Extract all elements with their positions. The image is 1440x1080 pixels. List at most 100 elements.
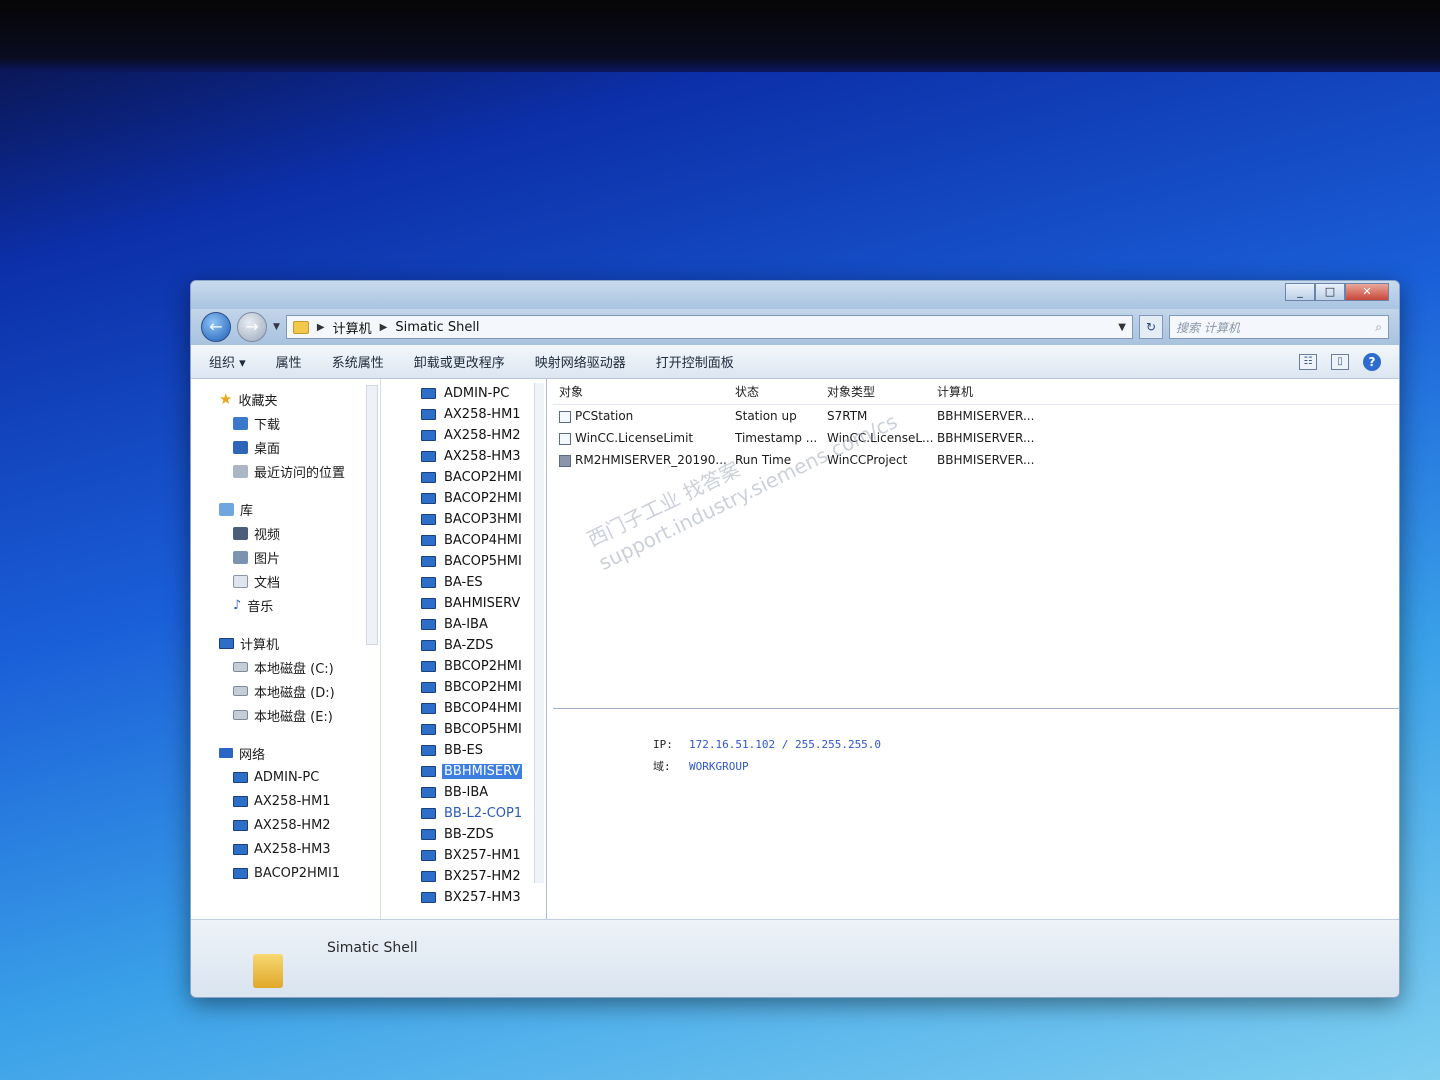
chevron-right-icon[interactable]: ▶ [317,322,325,333]
tree-item[interactable]: BB-ES [421,740,546,761]
list-item[interactable]: WinCC.LicenseLimit Timestamp ... WinCC.L… [553,427,1399,449]
chevron-right-icon[interactable]: ▶ [380,322,388,333]
organize-menu[interactable]: 组织 ▾ [209,352,246,371]
tree-item[interactable]: BB-IBA [421,782,546,803]
computer-icon [421,619,436,630]
uninstall-button[interactable]: 卸载或更改程序 [414,352,505,371]
tree-item[interactable]: BBCOP5HMI [421,719,546,740]
computer-icon [421,451,436,462]
computer-icon [233,867,248,879]
tree-item[interactable]: BAHMISERV [421,593,546,614]
tree-item[interactable]: BACOP3HMI [421,509,546,530]
sidebar-item-pictures[interactable]: 图片 [219,545,380,569]
computer-icon [421,724,436,735]
sidebar-item-network-pc[interactable]: AX258-HM3 [219,837,380,861]
tree-item[interactable]: ADMIN-PC [421,383,546,404]
maximize-button[interactable]: □ [1315,283,1345,301]
list-item[interactable]: PCStation Station up S7RTM BBHMISERVER..… [553,405,1399,427]
computer-icon [233,795,248,807]
column-header-state[interactable]: 状态 [735,383,827,400]
tree-item[interactable]: BBHMISERV [421,761,546,782]
column-header-type[interactable]: 对象类型 [827,383,937,400]
history-dropdown-icon[interactable]: ▼ [273,322,280,332]
sidebar-item-drive-c[interactable]: 本地磁盘 (C:) [219,655,380,679]
properties-button[interactable]: 属性 [276,352,302,371]
tree-item[interactable]: BX257-HM1 [421,845,546,866]
sidebar-item-network-pc[interactable]: BACOP2HMI1 [219,861,380,885]
breadcrumb-computer[interactable]: 计算机 [333,318,372,337]
tree-item[interactable]: AX258-HM2 [421,425,546,446]
navigation-bar: ← → ▼ ▶ 计算机 ▶ Simatic Shell ▼ ↻ 搜索 计算机 ⌕ [191,309,1399,345]
column-header-object[interactable]: 对象 [559,383,735,400]
documents-icon [233,574,248,588]
control-panel-button[interactable]: 打开控制面板 [656,352,734,371]
sidebar-item-network-pc[interactable]: ADMIN-PC [219,765,380,789]
tree-item[interactable]: BACOP5HMI [421,551,546,572]
sidebar-item-desktop[interactable]: 桌面 [219,435,380,459]
sidebar-item-network-pc[interactable]: AX258-HM2 [219,813,380,837]
sidebar-item-documents[interactable]: 文档 [219,569,380,593]
favorites-group: ★ 收藏夹 下载 桌面 最近访问的位置 [219,387,380,483]
tree-item[interactable]: BX257-HM3 [421,887,546,908]
tree-item[interactable]: BB-L2-COP1 [421,803,546,824]
minimize-button[interactable]: _ [1285,283,1315,301]
nav-pane-scrollbar[interactable] [366,385,378,645]
tree-item[interactable]: AX258-HM1 [421,404,546,425]
object-state: Station up [735,409,797,423]
libraries-header[interactable]: 库 [219,497,380,521]
tree-item[interactable]: BACOP2HMI [421,488,546,509]
tree-item[interactable]: BX257-HM2 [421,866,546,887]
computer-header[interactable]: 计算机 [219,631,380,655]
computer-icon [421,640,436,651]
sidebar-item-videos[interactable]: 视频 [219,521,380,545]
view-options-icon[interactable]: ☷ [1299,353,1317,370]
address-dropdown-icon[interactable]: ▼ [1118,322,1126,333]
search-icon: ⌕ [1375,319,1382,334]
back-button[interactable]: ← [201,312,231,342]
tree-item[interactable]: BACOP2HMI [421,467,546,488]
tree-item[interactable]: AX258-HM3 [421,446,546,467]
tree-item[interactable]: BB-ZDS [421,824,546,845]
system-properties-button[interactable]: 系统属性 [332,352,384,371]
network-group: 网络 ADMIN-PC AX258-HM1 AX258-HM2 AX258-HM… [219,741,380,885]
preview-pane-icon[interactable]: ▯ [1331,353,1349,370]
sidebar-item-drive-d[interactable]: 本地磁盘 (D:) [219,679,380,703]
column-header-computer[interactable]: 计算机 [937,383,1057,400]
object-view: 对象 状态 对象类型 计算机 PCStation Station up S7RT… [553,379,1399,919]
ip-label: IP: [653,737,673,751]
forward-button[interactable]: → [237,312,267,342]
tree-item[interactable]: BBCOP2HMI [421,656,546,677]
map-drive-button[interactable]: 映射网络驱动器 [535,352,626,371]
tree-item[interactable]: BA-ES [421,572,546,593]
list-header: 对象 状态 对象类型 计算机 [553,379,1399,405]
help-icon[interactable]: ? [1363,352,1381,371]
pictures-icon [233,550,248,564]
tree-item[interactable]: BBCOP4HMI [421,698,546,719]
tree-item[interactable]: BACOP4HMI [421,530,546,551]
list-item[interactable]: RM2HMISERVER_20190... Run Time WinCCProj… [553,449,1399,471]
sidebar-item-music[interactable]: ♪ 音乐 [219,593,380,617]
tree-item[interactable]: BA-ZDS [421,635,546,656]
sidebar-item-recent[interactable]: 最近访问的位置 [219,459,380,483]
tree-item[interactable]: BA-IBA [421,614,546,635]
sidebar-item-label: 最近访问的位置 [254,465,346,481]
tree-scrollbar[interactable] [534,383,544,883]
sidebar-item-network-pc[interactable]: AX258-HM1 [219,789,380,813]
network-header[interactable]: 网络 [219,741,380,765]
search-input[interactable]: 搜索 计算机 ⌕ [1169,315,1389,339]
object-state: Timestamp ... [735,431,818,445]
sidebar-item-label: 视频 [254,527,281,543]
sidebar-item-drive-e[interactable]: 本地磁盘 (E:) [219,703,380,727]
tree-item[interactable]: BBCOP2HMI [421,677,546,698]
object-name: WinCC.LicenseLimit [575,431,694,445]
computer-icon [421,871,436,882]
favorites-header[interactable]: ★ 收藏夹 [219,387,380,411]
close-button[interactable]: ✕ [1345,283,1389,301]
refresh-button[interactable]: ↻ [1139,315,1163,339]
drive-icon [233,686,248,696]
address-bar[interactable]: ▶ 计算机 ▶ Simatic Shell ▼ [285,315,1133,339]
breadcrumb-simatic-shell[interactable]: Simatic Shell [395,320,479,335]
tree-item-label: AX258-HM3 [444,449,521,464]
sidebar-item-downloads[interactable]: 下载 [219,411,380,435]
drive-icon [233,662,248,672]
